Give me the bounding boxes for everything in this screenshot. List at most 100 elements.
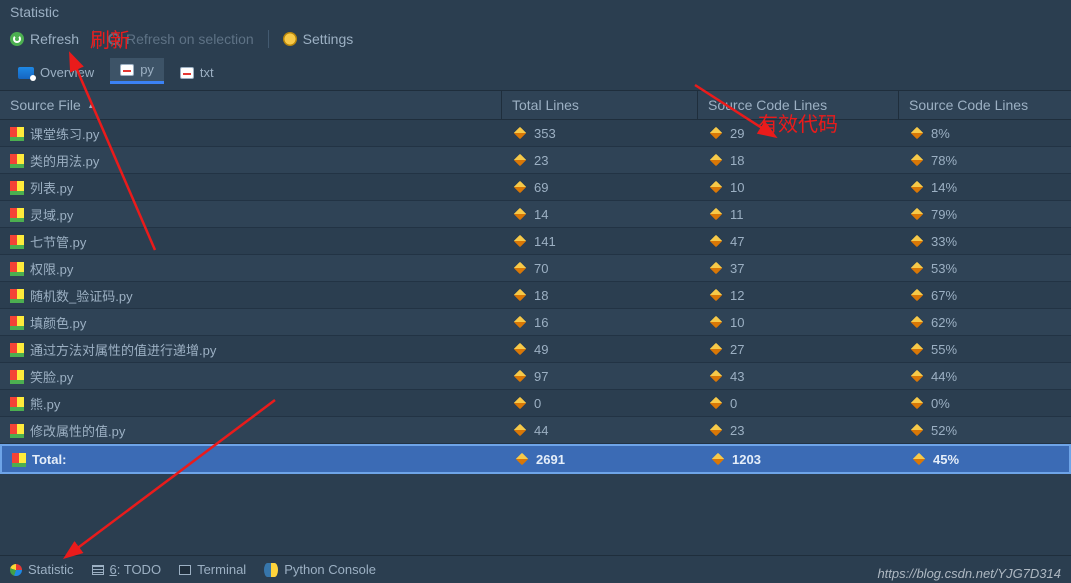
bottom-statistic-button[interactable]: Statistic	[10, 562, 74, 577]
cell-filename: 填颜色.py	[30, 313, 86, 332]
total-total-lines: 2691	[536, 452, 565, 467]
table-row[interactable]: 通过方法对属性的值进行递增.py492755%	[0, 336, 1071, 363]
bottom-python-console-label: Python Console	[284, 562, 376, 577]
cell-total-lines: 70	[534, 261, 548, 276]
cell-code-lines: 37	[730, 261, 744, 276]
pencil-icon	[710, 235, 723, 248]
file-icon	[10, 424, 24, 436]
col-source-code-lines[interactable]: Source Code Lines	[698, 91, 899, 119]
cell-pct: 79%	[931, 207, 957, 222]
pencil-icon	[911, 127, 924, 140]
col-source-code-lines-label: Source Code Lines	[708, 97, 827, 113]
col-source-file-label: Source File	[10, 97, 81, 113]
table-row[interactable]: 笑脸.py974344%	[0, 363, 1071, 390]
cell-pct: 53%	[931, 261, 957, 276]
pencil-icon	[516, 453, 529, 466]
pencil-icon	[911, 262, 924, 275]
watermark-text: https://blog.csdn.net/YJG7D314	[877, 566, 1061, 581]
total-pct: 45%	[933, 452, 959, 467]
total-row[interactable]: Total: 2691 1203 45%	[0, 444, 1071, 474]
cell-code-lines: 11	[730, 207, 744, 222]
table-row[interactable]: 熊.py000%	[0, 390, 1071, 417]
file-icon	[10, 181, 24, 193]
table-row[interactable]: 课堂练习.py353298%	[0, 120, 1071, 147]
settings-label: Settings	[303, 31, 354, 47]
pencil-icon	[514, 208, 527, 221]
pencil-icon	[514, 370, 527, 383]
pencil-icon	[710, 424, 723, 437]
pencil-icon	[514, 397, 527, 410]
pencil-icon	[710, 154, 723, 167]
cell-code-lines: 27	[730, 342, 744, 357]
bottom-todo-button[interactable]: 6: TODO	[92, 562, 162, 577]
table-header: Source File ▲ Total Lines Source Code Li…	[0, 90, 1071, 120]
cell-filename: 类的用法.py	[30, 151, 99, 170]
col-total-lines[interactable]: Total Lines	[502, 91, 698, 119]
cell-pct: 33%	[931, 234, 957, 249]
table-row[interactable]: 列表.py 69 10 14%	[0, 174, 1071, 201]
table-row[interactable]: 随机数_验证码.py181267%	[0, 282, 1071, 309]
pencil-icon	[911, 370, 924, 383]
cell-pct: 14%	[931, 180, 957, 195]
table-row[interactable]: 填颜色.py161062%	[0, 309, 1071, 336]
file-icon	[10, 397, 24, 409]
tab-overview[interactable]: Overview	[8, 61, 104, 84]
cell-code-lines: 47	[730, 234, 744, 249]
cell-code-lines: 23	[730, 423, 744, 438]
cell-code-lines: 10	[730, 180, 744, 195]
bottom-terminal-button[interactable]: Terminal	[179, 562, 246, 577]
file-icon	[10, 343, 24, 355]
tab-txt[interactable]: txt	[170, 61, 224, 84]
pencil-icon	[514, 424, 527, 437]
separator	[268, 30, 269, 48]
file-icon	[10, 208, 24, 220]
refresh-button[interactable]: Refresh	[10, 31, 79, 47]
refresh-label: Refresh	[30, 31, 79, 47]
refresh-on-selection-button[interactable]: Refresh on selection	[108, 31, 254, 47]
table-row[interactable]: 修改属性的值.py 44 23 52%	[0, 417, 1071, 444]
chart-icon	[180, 67, 194, 79]
col-source-code-lines-pct[interactable]: Source Code Lines	[899, 91, 1071, 119]
file-icon	[10, 289, 24, 301]
cell-filename: 修改属性的值.py	[30, 421, 125, 440]
bottom-todo-label: : TODO	[117, 562, 161, 577]
cell-code-lines: 0	[730, 396, 737, 411]
statistic-icon	[10, 564, 22, 576]
cell-total-lines: 44	[534, 423, 548, 438]
pencil-icon	[712, 453, 725, 466]
cell-total-lines: 69	[534, 180, 548, 195]
cell-total-lines: 0	[534, 396, 541, 411]
search-icon	[108, 33, 120, 45]
pencil-icon	[911, 235, 924, 248]
cell-pct: 52%	[931, 423, 957, 438]
pencil-icon	[911, 343, 924, 356]
cell-pct: 0%	[931, 396, 950, 411]
cell-filename: 灵域.py	[30, 205, 73, 224]
table-row[interactable]: 类的用法.py231878%	[0, 147, 1071, 174]
bottom-statistic-label: Statistic	[28, 562, 74, 577]
file-icon	[12, 453, 26, 465]
settings-button[interactable]: Settings	[283, 31, 354, 47]
pencil-icon	[913, 453, 926, 466]
cell-code-lines: 12	[730, 288, 744, 303]
refresh-icon	[10, 32, 24, 46]
file-icon	[10, 154, 24, 166]
cell-filename: 列表.py	[30, 178, 73, 197]
pencil-icon	[514, 262, 527, 275]
table-row[interactable]: 灵域.py141179%	[0, 201, 1071, 228]
pencil-icon	[514, 316, 527, 329]
separator	[93, 30, 94, 48]
table-row[interactable]: 权限.py703753%	[0, 255, 1071, 282]
cell-filename: 通过方法对属性的值进行递增.py	[30, 340, 216, 359]
stats-table: Source File ▲ Total Lines Source Code Li…	[0, 90, 1071, 474]
cell-pct: 62%	[931, 315, 957, 330]
pencil-icon	[514, 181, 527, 194]
table-row[interactable]: 七节管.py1414733%	[0, 228, 1071, 255]
cell-total-lines: 353	[534, 126, 556, 141]
cell-total-lines: 16	[534, 315, 548, 330]
bottom-python-console-button[interactable]: Python Console	[264, 562, 376, 577]
cell-pct: 44%	[931, 369, 957, 384]
col-source-file[interactable]: Source File ▲	[0, 91, 502, 119]
tab-py[interactable]: py	[110, 58, 164, 84]
pencil-icon	[911, 316, 924, 329]
